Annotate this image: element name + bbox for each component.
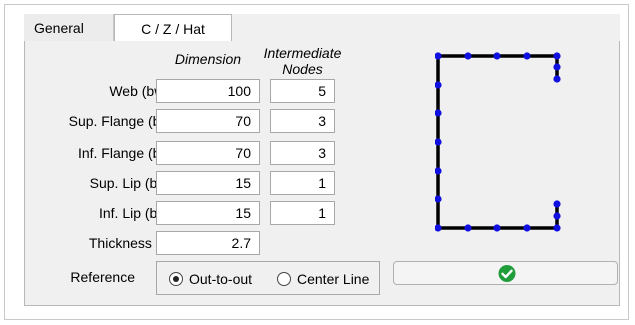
section-node bbox=[435, 81, 442, 89]
reference-label: Reference bbox=[70, 269, 135, 285]
radio-selected-dot-icon bbox=[173, 276, 179, 282]
section-node bbox=[464, 52, 472, 60]
inf-flange-dimension-input[interactable]: 70 bbox=[156, 141, 260, 165]
web-dimension-input[interactable]: 100 bbox=[156, 79, 260, 103]
reference-radio-group: Out-to-out Center Line bbox=[156, 261, 380, 295]
section-node bbox=[435, 109, 442, 117]
thickness-input[interactable]: 2.7 bbox=[156, 231, 260, 255]
web-label: Web (bw) bbox=[109, 83, 169, 99]
inf-flange-nodes-input[interactable]: 3 bbox=[270, 141, 335, 165]
section-preview bbox=[435, 52, 561, 232]
section-node bbox=[493, 52, 501, 60]
section-node bbox=[435, 138, 442, 146]
section-node bbox=[553, 52, 561, 60]
check-circle-icon bbox=[498, 265, 516, 282]
section-node bbox=[553, 212, 561, 220]
section-node bbox=[523, 52, 531, 60]
section-node bbox=[435, 167, 442, 175]
intermediate-nodes-header: Intermediate Nodes bbox=[263, 45, 342, 77]
inf-lip-nodes-input[interactable]: 1 bbox=[270, 201, 335, 225]
inf-flange-label: Inf. Flange (bf) bbox=[77, 145, 169, 161]
thickness-label: Thickness (t) bbox=[88, 235, 169, 251]
tab-general[interactable]: General bbox=[24, 14, 114, 42]
section-node bbox=[553, 63, 561, 71]
sup-lip-dimension-input[interactable]: 15 bbox=[156, 171, 260, 195]
radio-circle-icon bbox=[169, 272, 183, 286]
dimension-header: Dimension bbox=[174, 51, 242, 67]
tab-strip: General C / Z / Hat bbox=[24, 14, 620, 43]
section-node bbox=[493, 224, 501, 232]
section-node bbox=[553, 200, 561, 208]
inf-lip-label: Inf. Lip (bs) bbox=[98, 205, 169, 221]
sup-flange-dimension-input[interactable]: 70 bbox=[156, 109, 260, 133]
section-outline bbox=[436, 54, 559, 230]
radio-center-line-label: Center Line bbox=[297, 271, 370, 287]
section-node bbox=[435, 195, 442, 203]
sup-flange-nodes-input[interactable]: 3 bbox=[270, 109, 335, 133]
sup-lip-nodes-input[interactable]: 1 bbox=[270, 171, 335, 195]
section-node bbox=[464, 224, 472, 232]
inf-lip-dimension-input[interactable]: 15 bbox=[156, 201, 260, 225]
section-node bbox=[435, 224, 442, 232]
c-z-hat-panel: Dimension Intermediate Nodes Web (bw) 10… bbox=[24, 41, 620, 306]
section-node bbox=[523, 224, 531, 232]
section-node bbox=[435, 52, 442, 60]
radio-circle-icon bbox=[277, 272, 291, 286]
tab-c-z-hat[interactable]: C / Z / Hat bbox=[114, 14, 232, 43]
web-nodes-input[interactable]: 5 bbox=[270, 79, 335, 103]
sup-flange-label: Sup. Flange (bf) bbox=[68, 113, 169, 129]
section-node bbox=[553, 75, 561, 83]
section-node bbox=[553, 224, 561, 232]
section-nodes bbox=[435, 52, 561, 232]
confirm-button[interactable] bbox=[393, 261, 618, 285]
sup-lip-label: Sup. Lip (bs) bbox=[89, 175, 169, 191]
radio-out-to-out-label: Out-to-out bbox=[189, 271, 253, 287]
